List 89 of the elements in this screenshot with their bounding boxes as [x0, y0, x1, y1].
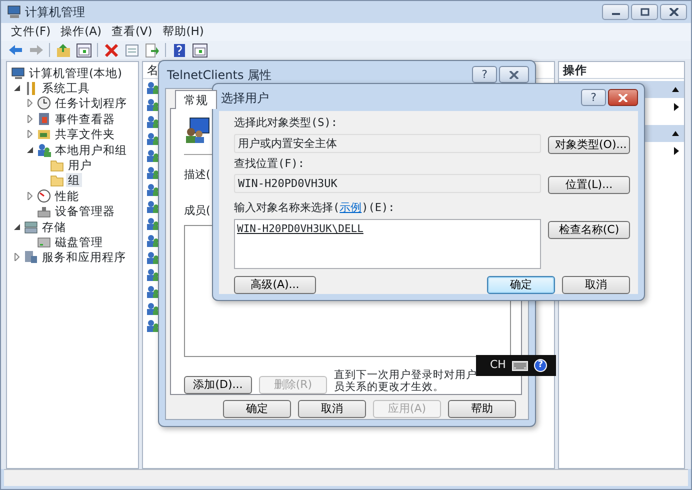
expanded-toggle-icon[interactable]	[14, 224, 20, 230]
close-button[interactable]	[660, 4, 687, 20]
clock-icon	[37, 96, 51, 110]
computer-icon	[11, 66, 25, 80]
dialog-button[interactable]: 取消	[298, 400, 366, 418]
description-label: 描述(	[184, 166, 210, 183]
collapsed-toggle-icon[interactable]	[27, 99, 33, 108]
storage-icon	[24, 220, 38, 234]
field-label: 输入对象名称来选择(示例)(E):	[234, 200, 396, 216]
gauge-icon	[37, 188, 51, 203]
close-icon	[618, 94, 628, 102]
help-button[interactable]	[171, 42, 188, 58]
help-button[interactable]: ?	[581, 89, 606, 106]
collapsed-toggle-icon[interactable]	[27, 114, 33, 123]
folder-up-button[interactable]	[55, 42, 72, 58]
object-types-button[interactable]: 对象类型(O)...	[548, 136, 630, 154]
dialog-button[interactable]: 取消	[562, 276, 630, 294]
check-names-button[interactable]: 检查名称(C)	[548, 220, 630, 238]
collapsed-toggle-icon[interactable]	[14, 253, 20, 262]
dialog-button[interactable]: 确定	[487, 276, 555, 294]
tree-item[interactable]: 性能	[53, 188, 81, 203]
note-text: 直到下一次用户登录时对用户	[334, 369, 477, 381]
help-button[interactable]: ?	[534, 359, 547, 372]
members-label: 成员(	[184, 203, 210, 220]
users-icon	[37, 142, 51, 157]
member-button[interactable]: 添加(D)...	[184, 376, 252, 394]
tree-item[interactable]: 磁盘管理	[53, 234, 105, 249]
tree-item[interactable]: 用户	[66, 158, 94, 172]
delete-button[interactable]	[103, 42, 120, 58]
panel-button[interactable]	[75, 42, 92, 58]
object-name-input[interactable]: WIN-H20PD0VH3UK\DELL	[234, 218, 541, 268]
minimize-button[interactable]	[602, 4, 629, 20]
maximize-button[interactable]	[631, 4, 658, 20]
close-button[interactable]	[499, 66, 529, 83]
dialog-button[interactable]: 帮助	[448, 400, 516, 418]
tab[interactable]: 常规	[175, 90, 217, 109]
menu-item[interactable]: 帮助(H)	[158, 23, 208, 41]
collapsed-toggle-icon[interactable]	[27, 130, 33, 138]
object-type-field: 用户或内置安全主体	[234, 134, 541, 152]
maximize-icon	[640, 8, 650, 16]
language-indicator[interactable]: CH	[490, 357, 506, 374]
tree-item[interactable]: 存储	[40, 220, 68, 234]
tools-icon	[24, 81, 38, 96]
close-icon	[668, 8, 678, 16]
menu-item[interactable]: 操作(A)	[56, 23, 106, 41]
tree-item[interactable]: 设备管理器	[53, 204, 117, 218]
folder-icon	[50, 173, 64, 188]
dialog-button[interactable]: 确定	[223, 400, 291, 418]
shared-folder-icon	[37, 127, 51, 142]
menu-item[interactable]: 查看(V)	[107, 23, 156, 41]
actions-header: 操作	[559, 62, 684, 79]
tree-item[interactable]: 事件查看器	[53, 112, 117, 126]
note-text: 员关系的更改才生效。	[334, 381, 445, 393]
dialog-title: 选择用户	[221, 90, 269, 106]
location-field: WIN-H20PD0VH3UK	[234, 174, 541, 193]
folder-icon	[50, 158, 64, 172]
locations-button[interactable]: 位置(L)...	[548, 176, 630, 194]
example-link[interactable]: 示例	[340, 201, 362, 214]
tree-item[interactable]: 任务计划程序	[53, 96, 129, 110]
dialog-title: TelnetClients 属性	[167, 66, 272, 84]
tree-item[interactable]: 服务和应用程序	[40, 250, 128, 264]
close-button[interactable]	[608, 89, 638, 106]
keyboard-icon[interactable]	[512, 360, 528, 370]
field-label: 查找位置(F):	[234, 156, 306, 172]
tree-item[interactable]: 系统工具	[40, 81, 92, 96]
back-arrow-button[interactable]	[7, 42, 24, 58]
properties-button[interactable]	[123, 42, 140, 58]
tree-item[interactable]: 共享文件夹	[53, 127, 117, 142]
close-icon	[509, 70, 519, 78]
tree-item[interactable]: 计算机管理(本地)	[27, 66, 124, 80]
tree-item[interactable]: 组	[66, 173, 82, 188]
group-icon	[184, 117, 210, 143]
menu-item[interactable]: 文件(F)	[7, 23, 55, 41]
submenu-arrow-icon[interactable]	[674, 102, 679, 110]
expanded-toggle-icon[interactable]	[14, 85, 20, 92]
services-icon	[24, 250, 38, 264]
expanded-toggle-icon[interactable]	[27, 146, 33, 153]
panel-button[interactable]	[191, 42, 208, 58]
collapsed-toggle-icon[interactable]	[27, 192, 33, 200]
log-icon	[37, 112, 51, 126]
field-label: 选择此对象类型(S):	[234, 115, 338, 131]
submenu-arrow-icon[interactable]	[674, 146, 679, 154]
help-button[interactable]: ?	[472, 66, 497, 83]
advanced-button[interactable]: 高级(A)...	[234, 276, 316, 294]
export-button[interactable]	[143, 42, 160, 58]
window-title: 计算机管理	[25, 4, 85, 21]
tree-item[interactable]: 本地用户和组	[53, 142, 129, 157]
device-icon	[37, 204, 51, 218]
computer-icon	[7, 5, 21, 19]
